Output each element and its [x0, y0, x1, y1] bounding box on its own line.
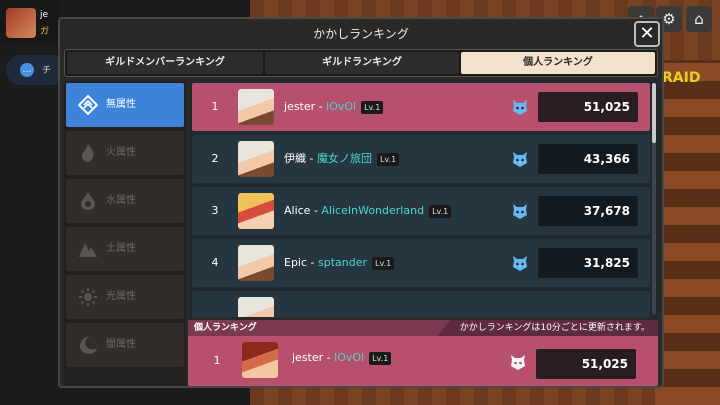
ranking-tabs: ギルドメンバーランキング ギルドランキング 個人ランキング	[64, 49, 658, 77]
pet-icon[interactable]	[510, 201, 530, 221]
pet-icon[interactable]	[510, 97, 530, 117]
event-logo[interactable]: RAID	[662, 70, 700, 86]
name-separator: -	[306, 152, 317, 165]
ranking-row[interactable]: 1 jester - lOvOl Lv.1 51,025	[192, 83, 650, 131]
close-button[interactable]: ✕	[634, 21, 660, 47]
level-badge: Lv.1	[369, 351, 392, 365]
sidebar-item-label: 火属性	[106, 147, 136, 158]
pet-icon[interactable]	[510, 253, 530, 273]
background-pillar	[655, 60, 720, 405]
score-value: 51,025	[538, 92, 638, 122]
my-score-value: 51,025	[536, 349, 636, 379]
rank-number: 2	[211, 152, 219, 165]
sidebar-item-label: 水属性	[106, 195, 136, 206]
avatar	[238, 141, 274, 177]
moon-icon	[80, 336, 97, 354]
sidebar-item-label: 土属性	[106, 243, 136, 254]
sidebar-item-label: 光属性	[106, 291, 136, 302]
tab-guild-ranking[interactable]: ギルドランキング	[265, 52, 459, 74]
sidebar-item-fire[interactable]: 火属性	[66, 131, 184, 175]
player-avatar	[6, 8, 36, 38]
my-ranking-title: 個人ランキング	[194, 323, 257, 333]
player-entry: Alice - AliceInWonderland Lv.1	[284, 187, 452, 235]
modal-title: かかしランキング	[313, 27, 409, 41]
avatar	[242, 342, 278, 378]
ranking-row[interactable]: 4 Epic - sptander Lv.1 31,825	[192, 239, 650, 287]
pet-icon[interactable]	[508, 352, 528, 372]
chat-label: チ	[42, 66, 52, 76]
guild-name: lOvOl	[326, 100, 357, 113]
my-player-entry: jester - lOvOl Lv.1	[292, 336, 392, 380]
update-notice: かかしランキングは10分ごとに更新されます。	[459, 323, 650, 333]
sidebar-item-earth[interactable]: 土属性	[66, 227, 184, 271]
guild-name: lOvOl	[334, 351, 365, 364]
rank-number: 4	[211, 256, 219, 269]
ranking-modal: かかしランキング ✕ ギルドメンバーランキング ギルドランキング 個人ランキング…	[58, 17, 664, 388]
ranking-row[interactable]: 3 Alice - AliceInWonderland Lv.1 37,678	[192, 187, 650, 235]
avatar	[238, 193, 274, 229]
rank-number: 3	[211, 204, 219, 217]
sidebar-item-neutral[interactable]: 無属性	[66, 83, 184, 127]
level-badge: Lv.1	[429, 204, 452, 218]
home-icon[interactable]: ⌂	[686, 6, 712, 32]
water-drop-icon	[81, 192, 95, 210]
attribute-sidebar: 無属性 火属性 水属性 土属性 光属性 闇属性	[64, 81, 186, 385]
level-badge: Lv.1	[372, 256, 395, 270]
score-value: 37,678	[538, 196, 638, 226]
name-separator: -	[310, 204, 322, 217]
player-name: je	[40, 10, 49, 20]
name-separator: -	[323, 351, 335, 364]
sidebar-item-light[interactable]: 光属性	[66, 275, 184, 319]
sun-icon	[79, 288, 97, 306]
chat-button[interactable]	[6, 55, 66, 85]
mountain-icon	[79, 243, 97, 257]
player-name: Epic	[284, 256, 308, 269]
scrollbar-thumb[interactable]	[652, 83, 656, 143]
ranking-row-partial[interactable]	[192, 291, 650, 317]
player-profile[interactable]: je ガ	[0, 0, 60, 44]
sidebar-item-water[interactable]: 水属性	[66, 179, 184, 223]
rank-number: 1	[211, 100, 219, 113]
avatar	[238, 89, 274, 125]
guild-name: 魔女ノ旅団	[316, 152, 372, 165]
my-ranking-header: 個人ランキング かかしランキングは10分ごとに更新されます。	[188, 320, 658, 336]
guild-name: sptander	[318, 256, 368, 269]
player-name: jester	[284, 100, 316, 113]
player-guild: ガ	[40, 27, 50, 37]
player-name: Alice	[284, 204, 311, 217]
player-name: 伊織	[284, 152, 306, 165]
avatar	[238, 297, 274, 317]
guild-name: AliceInWonderland	[321, 204, 425, 217]
name-separator: -	[315, 100, 327, 113]
chat-bubble-icon: …	[20, 63, 34, 77]
sidebar-item-label: 闇属性	[106, 339, 136, 350]
diamond-arrows-icon	[78, 95, 98, 115]
tab-personal-ranking[interactable]: 個人ランキング	[461, 52, 655, 74]
player-entry: Epic - sptander Lv.1	[284, 239, 395, 287]
sidebar-item-dark[interactable]: 闇属性	[66, 323, 184, 367]
my-ranking-panel: 個人ランキング かかしランキングは10分ごとに更新されます。 1 jester …	[188, 320, 658, 386]
ranking-row[interactable]: 2 伊織 - 魔女ノ旅団 Lv.1 43,366	[192, 135, 650, 183]
level-badge: Lv.1	[361, 100, 384, 114]
my-rank-number: 1	[213, 354, 221, 367]
sidebar-item-label: 無属性	[106, 99, 136, 110]
score-value: 43,366	[538, 144, 638, 174]
player-entry: 伊織 - 魔女ノ旅団 Lv.1	[284, 135, 400, 183]
tab-guild-member-ranking[interactable]: ギルドメンバーランキング	[67, 52, 263, 74]
pet-icon[interactable]	[510, 149, 530, 169]
score-value: 31,825	[538, 248, 638, 278]
avatar	[238, 245, 274, 281]
ranking-list[interactable]: 1 jester - lOvOl Lv.1 51,025 2 伊織 - 魔女ノ旅団…	[190, 81, 658, 317]
player-name: jester	[292, 351, 324, 364]
name-separator: -	[307, 256, 319, 269]
player-entry: jester - lOvOl Lv.1	[284, 83, 384, 131]
level-badge: Lv.1	[376, 152, 400, 166]
flame-icon	[82, 144, 94, 162]
